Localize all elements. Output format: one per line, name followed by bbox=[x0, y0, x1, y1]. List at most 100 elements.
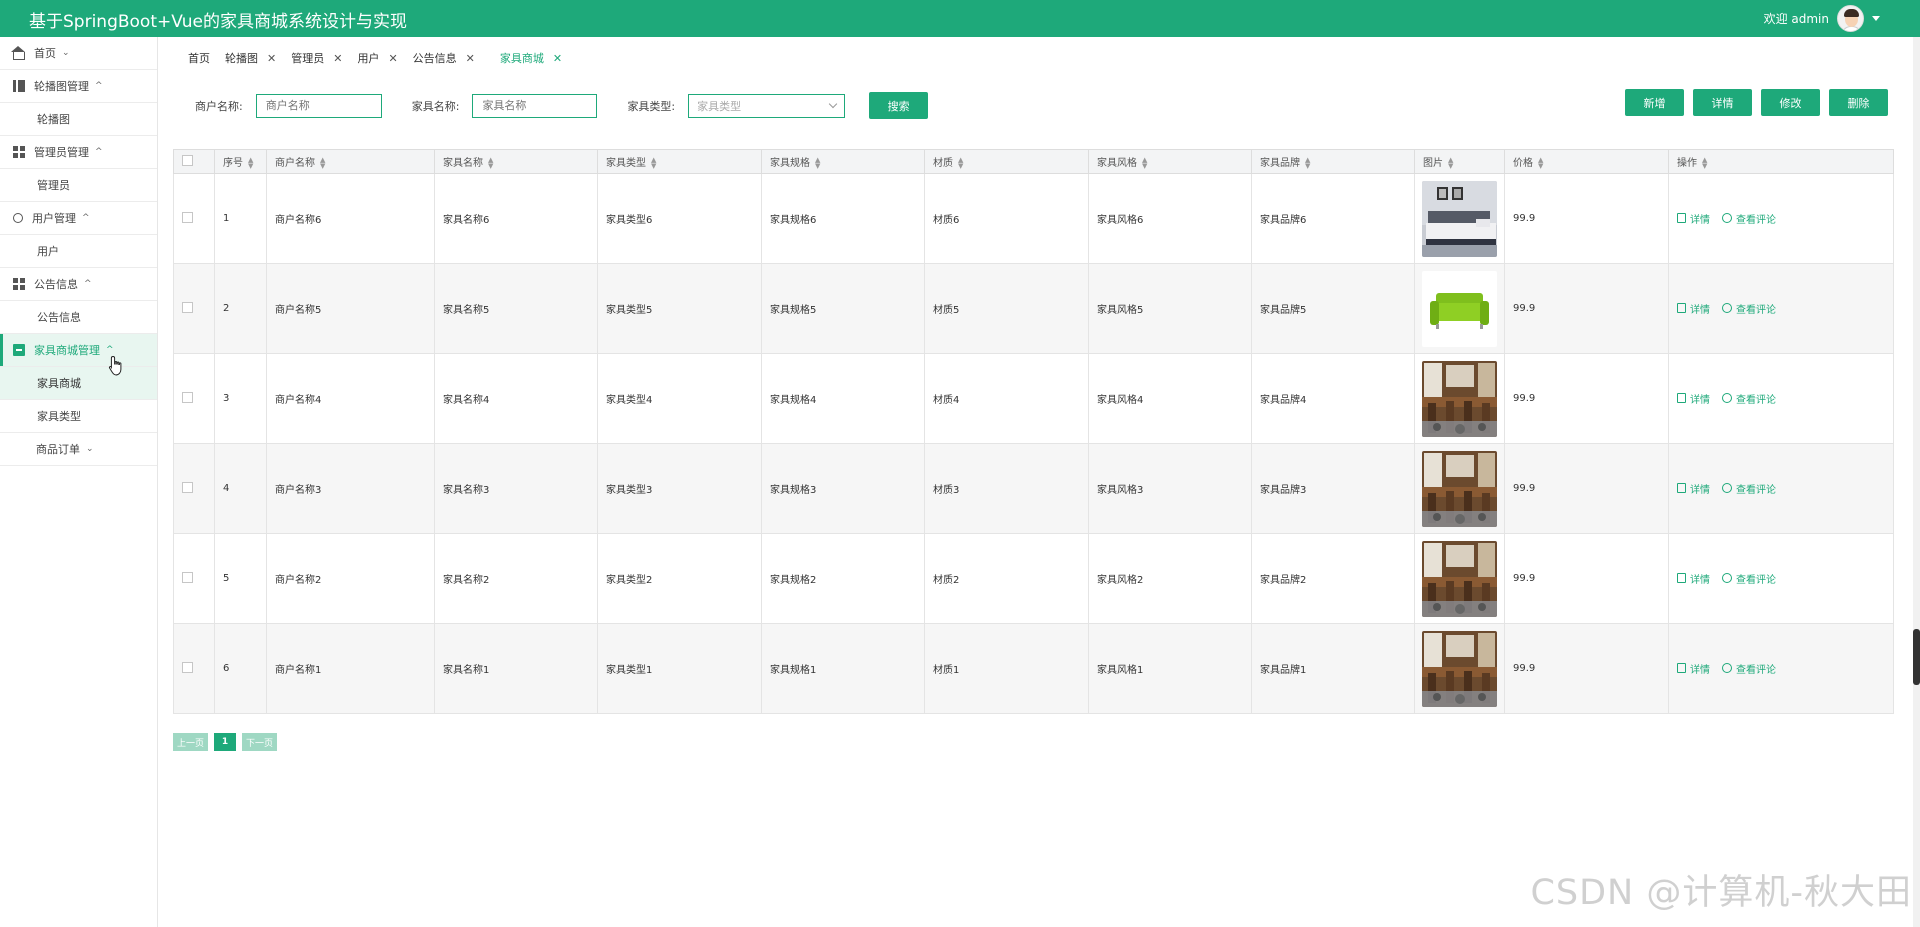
scrollbar[interactable] bbox=[1913, 37, 1920, 927]
sidebar-subitem-user[interactable]: 用户 bbox=[0, 235, 157, 268]
tab-home[interactable]: 首页 bbox=[188, 50, 210, 66]
col-header-price[interactable]: 价格 ▲ ▼ bbox=[1504, 149, 1669, 174]
col-header-name[interactable]: 家具名称 ▲ ▼ bbox=[434, 149, 598, 174]
row-review-link[interactable]: 查看评论 bbox=[1722, 661, 1776, 676]
sidebar-item-notice[interactable]: 公告信息 ^ bbox=[0, 268, 157, 301]
table-row[interactable]: 2 商户名称5 家具名称5 家具类型5 家具规格5 材质5 家具风格5 家具品牌5 99.9 详情… bbox=[173, 263, 1894, 354]
col-header-merchant[interactable]: 商户名称 ▲ ▼ bbox=[266, 149, 435, 174]
row-checkbox[interactable] bbox=[182, 661, 193, 673]
row-checkbox[interactable] bbox=[182, 571, 193, 583]
furniture-name-input[interactable] bbox=[472, 93, 598, 118]
sort-icon[interactable]: ▲ ▼ bbox=[958, 157, 963, 170]
furniture-type-select[interactable]: 家具类型 bbox=[688, 93, 846, 118]
sidebar-subitem-furniture-mall[interactable]: 家具商城 bbox=[0, 367, 157, 400]
edit-button[interactable]: 修改 bbox=[1761, 89, 1820, 116]
tab-user[interactable]: 用户 ✕ bbox=[357, 50, 397, 66]
sort-icon[interactable]: ▲ ▼ bbox=[488, 157, 493, 170]
sidebar-subitem-admin[interactable]: 管理员 bbox=[0, 169, 157, 202]
cell-type: 家具类型5 bbox=[597, 263, 762, 354]
row-select-cell bbox=[173, 623, 215, 714]
sidebar-item-home[interactable]: 首页 ⌄ bbox=[0, 37, 157, 70]
sidebar-item-admin-mgmt[interactable]: 管理员管理 ^ bbox=[0, 136, 157, 169]
row-review-link[interactable]: 查看评论 bbox=[1722, 211, 1776, 226]
sidebar-item-user-mgmt[interactable]: 用户管理 ^ bbox=[0, 202, 157, 235]
sidebar-item-carousel-mgmt[interactable]: 轮播图管理 ^ bbox=[0, 70, 157, 103]
table-row[interactable]: 3 商户名称4 家具名称4 家具类型4 家具规格4 材质4 家具风格4 家具品牌4 99.9 详情… bbox=[173, 353, 1894, 444]
cell-price: 99.9 bbox=[1504, 173, 1669, 264]
cell-spec: 家具规格2 bbox=[761, 533, 925, 624]
close-icon[interactable]: ✕ bbox=[388, 52, 397, 65]
close-icon[interactable]: ✕ bbox=[553, 52, 562, 65]
table-row[interactable]: 5 商户名称2 家具名称2 家具类型2 家具规格2 材质2 家具风格2 家具品牌2 99.9 详情… bbox=[173, 533, 1894, 624]
row-detail-link[interactable]: 详情 bbox=[1677, 301, 1710, 316]
cell-price: 99.9 bbox=[1504, 623, 1669, 714]
col-header-spec[interactable]: 家具规格 ▲ ▼ bbox=[761, 149, 925, 174]
prev-page-button[interactable]: 上一页 bbox=[173, 733, 209, 751]
sidebar-item-furniture-mgmt[interactable]: 家具商城管理 ^ bbox=[0, 334, 157, 367]
row-checkbox[interactable] bbox=[182, 301, 193, 313]
next-page-button[interactable]: 下一页 bbox=[242, 733, 278, 751]
user-menu[interactable]: 欢迎 admin bbox=[1764, 5, 1880, 32]
sidebar-item-orders[interactable]: 商品订单 ⌄ bbox=[0, 433, 157, 466]
table-row[interactable]: 4 商户名称3 家具名称3 家具类型3 家具规格3 材质3 家具风格3 家具品牌3 99.9 详情… bbox=[173, 443, 1894, 534]
row-detail-link[interactable]: 详情 bbox=[1677, 661, 1710, 676]
detail-button[interactable]: 详情 bbox=[1693, 89, 1752, 116]
col-header-type[interactable]: 家具类型 ▲ ▼ bbox=[597, 149, 762, 174]
cell-image bbox=[1414, 353, 1505, 444]
row-review-link[interactable]: 查看评论 bbox=[1722, 301, 1776, 316]
sort-icon[interactable]: ▲ ▼ bbox=[1142, 157, 1147, 170]
select-all-checkbox[interactable] bbox=[182, 154, 193, 166]
row-checkbox[interactable] bbox=[182, 481, 193, 493]
table-row[interactable]: 1 商户名称6 家具名称6 家具类型6 家具规格6 材质6 家具风格6 家具品牌6 99.9 详情… bbox=[173, 173, 1894, 264]
row-review-link[interactable]: 查看评论 bbox=[1722, 571, 1776, 586]
tab-furniture-mall[interactable]: 家具商城 ✕ bbox=[500, 50, 562, 66]
col-header-image[interactable]: 图片 ▲ ▼ bbox=[1414, 149, 1505, 174]
sort-icon[interactable]: ▲ ▼ bbox=[1702, 157, 1707, 170]
comment-icon bbox=[1722, 393, 1732, 404]
tab-admin[interactable]: 管理员 ✕ bbox=[291, 50, 342, 66]
sort-icon[interactable]: ▲ ▼ bbox=[1448, 157, 1453, 170]
tab-notice[interactable]: 公告信息 ✕ bbox=[413, 50, 475, 66]
sort-icon[interactable]: ▲ ▼ bbox=[651, 157, 656, 170]
col-header-brand[interactable]: 家具品牌 ▲ ▼ bbox=[1251, 149, 1415, 174]
col-header-no[interactable]: 序号 ▲ ▼ bbox=[214, 149, 267, 174]
chevron-down-icon[interactable] bbox=[1872, 16, 1880, 21]
col-header-style[interactable]: 家具风格 ▲ ▼ bbox=[1088, 149, 1252, 174]
sort-icon[interactable]: ▲ ▼ bbox=[320, 157, 325, 170]
hand-cursor-icon bbox=[108, 355, 122, 376]
row-detail-link[interactable]: 详情 bbox=[1677, 211, 1710, 226]
sort-icon[interactable]: ▲ ▼ bbox=[1538, 157, 1543, 170]
col-header-ops[interactable]: 操作 ▲ ▼ bbox=[1668, 149, 1894, 174]
op-label: 详情 bbox=[1690, 304, 1710, 316]
add-button[interactable]: 新增 bbox=[1625, 89, 1684, 116]
table-row[interactable]: 6 商户名称1 家具名称1 家具类型1 家具规格1 材质1 家具风格1 家具品牌1 99.9 详情… bbox=[173, 623, 1894, 714]
merchant-input[interactable] bbox=[255, 93, 382, 118]
search-button[interactable]: 搜索 bbox=[869, 92, 929, 119]
avatar[interactable] bbox=[1837, 5, 1864, 32]
row-review-link[interactable]: 查看评论 bbox=[1722, 391, 1776, 406]
tab-carousel[interactable]: 轮播图 ✕ bbox=[225, 50, 276, 66]
row-review-link[interactable]: 查看评论 bbox=[1722, 481, 1776, 496]
cell-spec: 家具规格5 bbox=[761, 263, 925, 354]
sort-icon[interactable]: ▲ ▼ bbox=[1305, 157, 1310, 170]
row-detail-link[interactable]: 详情 bbox=[1677, 571, 1710, 586]
row-checkbox[interactable] bbox=[182, 391, 193, 403]
sidebar-subitem-notice[interactable]: 公告信息 bbox=[0, 301, 157, 334]
sidebar-subitem-carousel[interactable]: 轮播图 bbox=[0, 103, 157, 136]
cell-type: 家具类型1 bbox=[597, 623, 762, 714]
delete-button[interactable]: 删除 bbox=[1829, 89, 1888, 116]
close-icon[interactable]: ✕ bbox=[466, 52, 475, 65]
row-detail-link[interactable]: 详情 bbox=[1677, 391, 1710, 406]
page-number-button[interactable]: 1 bbox=[214, 733, 237, 751]
cell-style: 家具风格1 bbox=[1088, 623, 1252, 714]
sidebar-subitem-furniture-type[interactable]: 家具类型 bbox=[0, 400, 157, 433]
scrollbar-thumb[interactable] bbox=[1913, 629, 1920, 685]
col-header-material[interactable]: 材质 ▲ ▼ bbox=[924, 149, 1089, 174]
row-select-cell bbox=[173, 443, 215, 534]
row-detail-link[interactable]: 详情 bbox=[1677, 481, 1710, 496]
sort-icon[interactable]: ▲ ▼ bbox=[248, 157, 253, 170]
close-icon[interactable]: ✕ bbox=[333, 52, 342, 65]
close-icon[interactable]: ✕ bbox=[267, 52, 276, 65]
row-checkbox[interactable] bbox=[182, 211, 193, 223]
sort-icon[interactable]: ▲ ▼ bbox=[815, 157, 820, 170]
